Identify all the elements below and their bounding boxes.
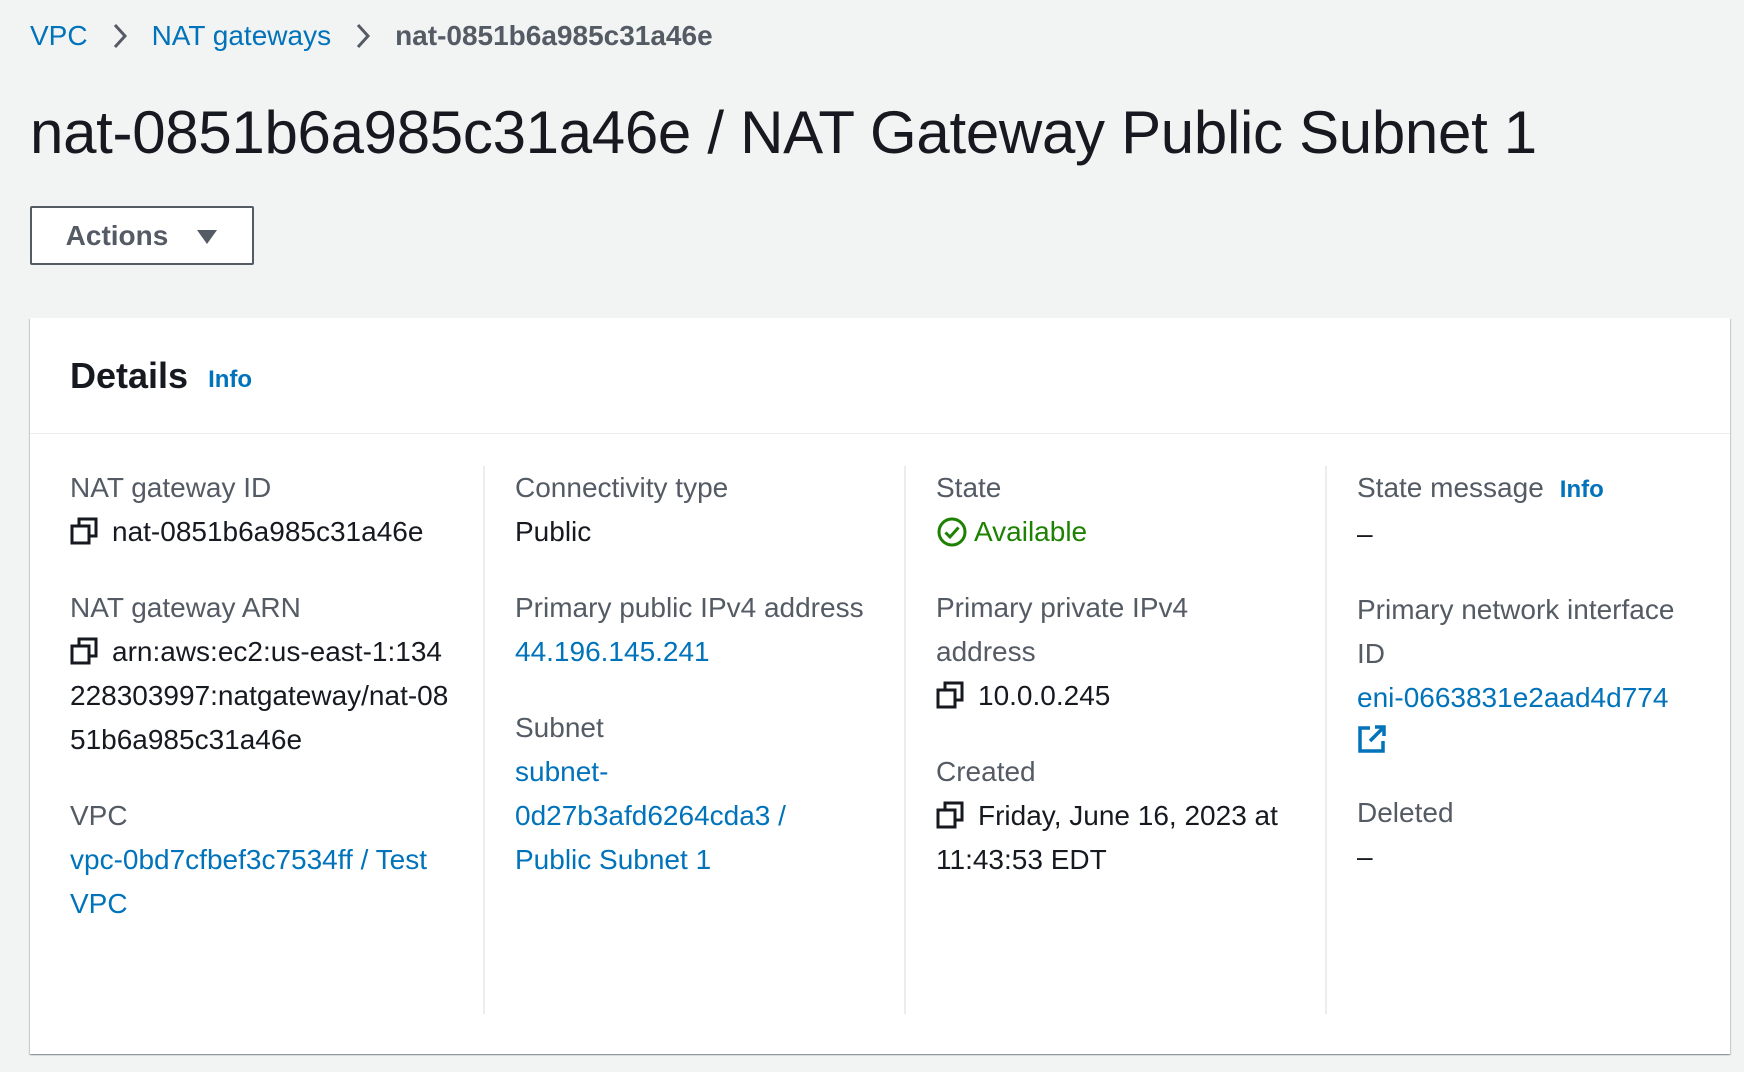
breadcrumb-vpc-link[interactable]: VPC xyxy=(30,20,88,52)
state-message-label: State message xyxy=(1357,472,1544,503)
primary-private-ipv4-value-wrap: 10.0.0.245 xyxy=(936,674,1292,718)
state-label: State xyxy=(936,472,1002,503)
actions-button[interactable]: Actions xyxy=(30,206,254,265)
state-message-value: – xyxy=(1357,518,1373,549)
connectivity-type-label: Connectivity type xyxy=(515,472,729,503)
primary-network-interface-label: Primary network interface ID xyxy=(1357,594,1675,669)
external-link-icon[interactable] xyxy=(1357,724,1387,754)
copy-icon[interactable] xyxy=(70,514,98,545)
breadcrumb-nat-gateways-link[interactable]: NAT gateways xyxy=(152,20,331,52)
field-primary-network-interface: Primary network interface ID eni-0663831… xyxy=(1357,588,1715,759)
copy-icon[interactable] xyxy=(936,678,964,709)
caret-down-icon xyxy=(196,220,218,252)
primary-public-ipv4-link[interactable]: 44.196.145.241 xyxy=(515,630,871,674)
details-column-3: State Available Primary private IPv4 add… xyxy=(904,466,1292,1014)
primary-private-ipv4-label: Primary private IPv4 address xyxy=(936,592,1189,667)
nat-gateway-arn-value-wrap: arn:aws:ec2:us-east-1:134228303997:natga… xyxy=(70,630,450,762)
created-value: Friday, June 16, 2023 at 11:43:53 EDT xyxy=(936,800,1278,875)
state-message-label-wrap: State message Info xyxy=(1357,466,1715,512)
actions-button-label: Actions xyxy=(65,219,169,251)
details-panel-header: Details Info xyxy=(30,318,1730,434)
chevron-right-icon xyxy=(88,14,152,58)
nat-gateway-id-label: NAT gateway ID xyxy=(70,472,272,503)
details-column-4: State message Info – Primary network inte… xyxy=(1325,466,1715,1014)
state-status: Available xyxy=(936,510,1292,554)
field-connectivity-type: Connectivity type Public xyxy=(515,466,871,554)
details-panel: Details Info NAT gateway ID nat-0851b6a9… xyxy=(30,318,1730,1054)
field-created: Created Friday, June 16, 2023 at 11:43:5… xyxy=(936,750,1292,882)
deleted-value: – xyxy=(1357,841,1373,872)
subnet-label: Subnet xyxy=(515,712,604,743)
state-message-info-link[interactable]: Info xyxy=(1560,476,1604,503)
field-primary-public-ipv4: Primary public IPv4 address 44.196.145.2… xyxy=(515,586,871,674)
created-value-wrap: Friday, June 16, 2023 at 11:43:53 EDT xyxy=(936,794,1286,882)
vpc-link[interactable]: vpc-0bd7cfbef3c7534ff / Test VPC xyxy=(70,838,450,926)
connectivity-type-value: Public xyxy=(515,516,592,547)
field-vpc: VPC vpc-0bd7cfbef3c7534ff / Test VPC xyxy=(70,794,450,926)
primary-network-interface-link[interactable]: eni-0663831e2aad4d774 xyxy=(1357,676,1715,720)
field-state: State Available xyxy=(936,466,1292,554)
state-value: Available xyxy=(974,516,1088,547)
field-nat-gateway-id: NAT gateway ID nat-0851b6a985c31a46e xyxy=(70,466,450,554)
vpc-label: VPC xyxy=(70,800,128,831)
nat-gateway-arn-value: arn:aws:ec2:us-east-1:134228303997:natga… xyxy=(70,636,449,755)
created-label: Created xyxy=(936,756,1036,787)
details-columns: NAT gateway ID nat-0851b6a985c31a46e NAT… xyxy=(30,466,1730,1014)
details-info-link[interactable]: Info xyxy=(208,366,252,394)
field-primary-private-ipv4: Primary private IPv4 address 10.0.0.245 xyxy=(936,586,1292,718)
field-deleted: Deleted – xyxy=(1357,791,1715,879)
check-circle-icon xyxy=(936,516,968,548)
deleted-label: Deleted xyxy=(1357,797,1454,828)
breadcrumb: VPC NAT gateways nat-0851b6a985c31a46e xyxy=(30,14,713,58)
details-column-2: Connectivity type Public Primary public … xyxy=(483,466,871,1014)
primary-private-ipv4-value: 10.0.0.245 xyxy=(978,680,1111,711)
copy-icon[interactable] xyxy=(70,634,98,665)
breadcrumb-current: nat-0851b6a985c31a46e xyxy=(395,20,713,51)
subnet-link[interactable]: subnet-0d27b3afd6264cda3 / Public Subnet… xyxy=(515,750,805,882)
copy-icon[interactable] xyxy=(936,798,964,829)
field-nat-gateway-arn: NAT gateway ARN arn:aws:ec2:us-east-1:13… xyxy=(70,586,450,762)
primary-public-ipv4-label: Primary public IPv4 address xyxy=(515,592,864,623)
chevron-right-icon xyxy=(331,14,395,58)
field-subnet: Subnet subnet-0d27b3afd6264cda3 / Public… xyxy=(515,706,871,882)
page-title: nat-0851b6a985c31a46e / NAT Gateway Publ… xyxy=(30,99,1537,166)
nat-gateway-arn-label: NAT gateway ARN xyxy=(70,592,301,623)
field-state-message: State message Info – xyxy=(1357,466,1715,556)
nat-gateway-id-value-wrap: nat-0851b6a985c31a46e xyxy=(70,510,450,554)
nat-gateway-id-value: nat-0851b6a985c31a46e xyxy=(112,516,424,547)
details-title: Details xyxy=(70,354,189,396)
details-column-1: NAT gateway ID nat-0851b6a985c31a46e NAT… xyxy=(70,466,450,1014)
